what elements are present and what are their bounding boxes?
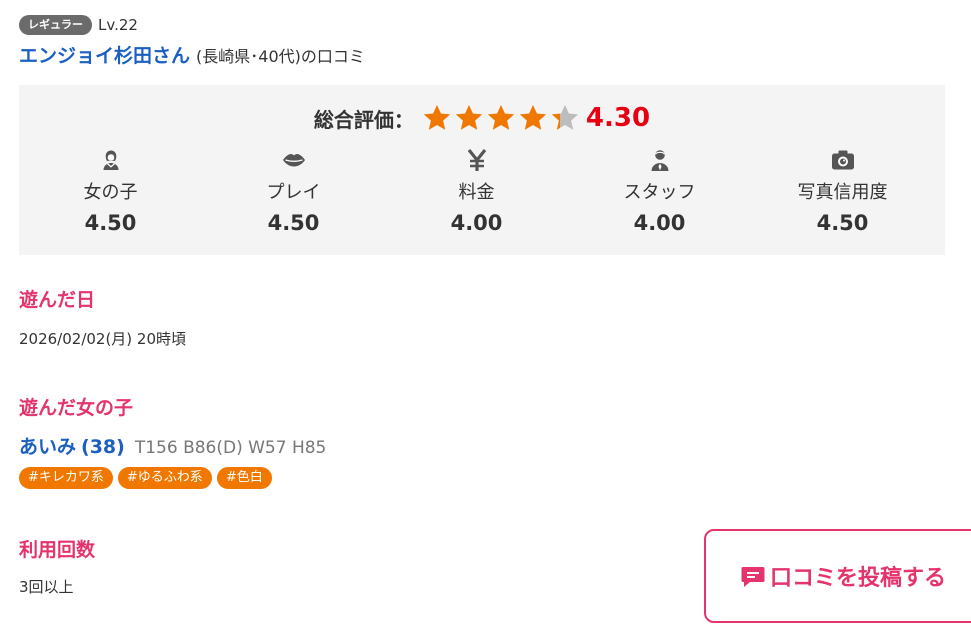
yen-icon: [467, 149, 486, 171]
category-label: 料金: [458, 182, 495, 203]
reviewer-name-link[interactable]: エンジョイ杉田さん: [19, 41, 190, 68]
lips-icon: [282, 154, 305, 167]
category-price: 料金 4.00: [385, 147, 568, 235]
tag-yurufuwa[interactable]: #ゆるふわ系: [117, 467, 212, 489]
category-photo: 写真信用度 4.50: [751, 147, 934, 235]
category-label: プレイ: [266, 182, 321, 203]
girl-age: (38): [81, 436, 125, 458]
category-label: スタッフ: [623, 182, 696, 203]
girl-tags: #キレカワ系 #ゆるふわ系 #色白: [19, 467, 326, 489]
category-score: 4.00: [450, 211, 503, 235]
reviewer-level: Lv.22: [98, 16, 138, 34]
category-score: 4.50: [816, 211, 869, 235]
reviewer-name-row: エンジョイ杉田さん (長崎県･40代)の口コミ: [19, 41, 365, 68]
category-staff: スタッフ 4.00: [568, 147, 751, 235]
category-ratings: 女の子 4.50 プレイ 4.50 料金 4.00 スタッフ 4.00 写真信用…: [19, 147, 945, 235]
reviewer-meta: (長崎県･40代)の口コミ: [196, 47, 365, 66]
overall-rating-label: 総合評価：: [313, 107, 414, 132]
overall-rating: 総合評価： 4.30: [19, 101, 945, 135]
rank-badge: レギュラー: [19, 15, 92, 35]
star-rating: [422, 103, 582, 133]
category-label: 女の子: [83, 182, 138, 203]
camera-icon: [831, 150, 854, 170]
girl-icon: [103, 150, 118, 170]
category-play: プレイ 4.50: [202, 147, 385, 235]
reviewer-info: レギュラー Lv.22 エンジョイ杉田さん (長崎県･40代)の口コミ: [19, 14, 365, 68]
girl-name-link[interactable]: あいみ: [19, 432, 76, 459]
star-icon: [455, 104, 483, 130]
usage-section: 利用回数 3回以上: [19, 535, 95, 597]
staff-icon: [651, 150, 668, 171]
category-score: 4.50: [84, 211, 137, 235]
girl-measurements: T156 B86(D) W57 H85: [134, 438, 327, 458]
star-icon: [519, 104, 547, 130]
visit-date-heading: 遊んだ日: [19, 289, 96, 311]
tag-irojiro[interactable]: #色白: [216, 467, 272, 489]
tag-kirekawa[interactable]: #キレカワ系: [19, 467, 113, 489]
category-score: 4.50: [267, 211, 320, 235]
post-review-button[interactable]: 口コミを投稿する: [704, 529, 971, 623]
reviewer-badge-row: レギュラー Lv.22: [19, 14, 365, 36]
usage-count: 3回以上: [19, 578, 74, 596]
visit-date: 2026/02/02(月) 20時頃: [19, 330, 187, 348]
star-icon: [487, 104, 515, 130]
girl-info: あいみ (38) T156 B86(D) W57 H85: [19, 432, 326, 459]
category-score: 4.00: [633, 211, 686, 235]
rating-box: 総合評価： 4.30 女の子 4.50 プレイ 4.50 料金 4.00 スタッ…: [19, 85, 945, 255]
category-girl: 女の子 4.50: [19, 147, 202, 235]
usage-heading: 利用回数: [19, 539, 96, 561]
comment-icon: [741, 567, 765, 587]
post-review-label: 口コミを投稿する: [770, 566, 947, 591]
visit-date-section: 遊んだ日 2026/02/02(月) 20時頃: [19, 285, 186, 349]
overall-score: 4.30: [585, 103, 651, 133]
girl-section: 遊んだ女の子 あいみ (38) T156 B86(D) W57 H85 #キレカ…: [19, 393, 326, 489]
star-icon: [551, 104, 579, 130]
girl-heading: 遊んだ女の子: [19, 397, 134, 419]
category-label: 写真信用度: [797, 182, 888, 203]
star-icon: [423, 104, 451, 130]
